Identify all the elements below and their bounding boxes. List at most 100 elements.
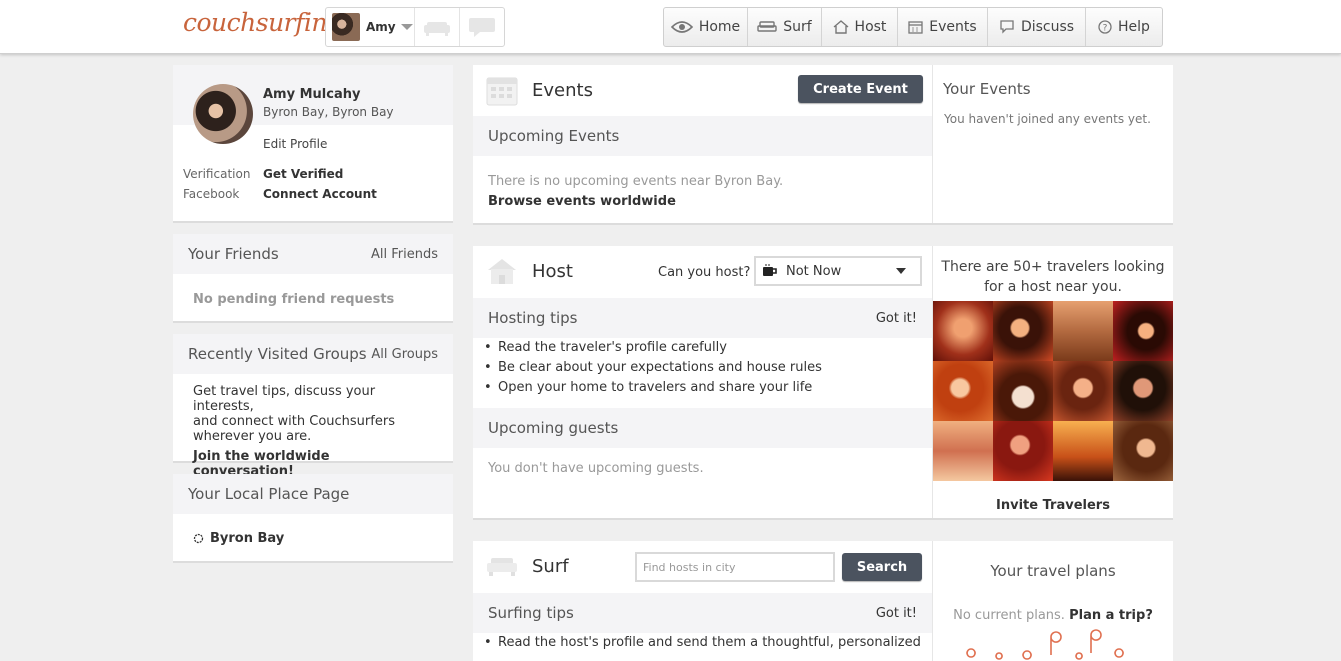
calendar-icon	[486, 77, 518, 106]
no-plans-text: No current plans.	[953, 608, 1065, 623]
couch-icon	[487, 558, 517, 576]
surfing-tips-list: Read the host's profile and send them a …	[484, 633, 921, 653]
your-events-empty: You haven't joined any events yet.	[944, 112, 1151, 126]
invite-travelers-link[interactable]: Invite Travelers	[933, 498, 1173, 513]
list-item: Be clear about your expectations and hou…	[484, 358, 822, 378]
get-verified-link[interactable]: Get Verified	[263, 167, 343, 181]
can-host-label: Can you host?	[658, 265, 751, 280]
nav-label: Surf	[783, 19, 812, 35]
user-name: Amy	[366, 20, 396, 34]
nav-discuss[interactable]: Discuss	[988, 8, 1086, 46]
search-button[interactable]: Search	[842, 553, 922, 581]
travel-plans-title: Your travel plans	[990, 562, 1116, 580]
profile-avatar[interactable]	[193, 84, 253, 144]
surfing-tips-title: Surfing tips	[488, 604, 574, 622]
all-groups-link[interactable]: All Groups	[371, 347, 438, 362]
groups-text-line: wherever you are.	[193, 429, 312, 444]
travelers-box: There are 50+ travelers looking for a ho…	[933, 246, 1173, 518]
traveler-photo[interactable]	[1053, 421, 1113, 481]
traveler-photo[interactable]	[933, 361, 993, 421]
hosting-tips-header: Hosting tips Got it!	[473, 298, 932, 338]
host-title: Host	[532, 260, 573, 282]
nav-home[interactable]: Home	[664, 8, 748, 46]
avatar	[332, 13, 360, 41]
got-it-button[interactable]: Got it!	[876, 311, 917, 326]
guests-empty-text: You don't have upcoming guests.	[488, 461, 704, 476]
traveler-photo[interactable]	[993, 301, 1053, 361]
all-friends-link[interactable]: All Friends	[371, 247, 438, 262]
surf-panel: Surf Find hosts in city Search Surfing t…	[473, 541, 1173, 661]
groups-header: Recently Visited Groups All Groups	[173, 334, 453, 374]
nav-label: Events	[929, 19, 977, 35]
nav-label: Home	[698, 19, 741, 35]
coffee-cup-icon	[763, 264, 777, 276]
friends-empty: No pending friend requests	[193, 292, 395, 307]
host-panel: Host Can you host? Not Now Hosting tips …	[473, 246, 1173, 520]
traveler-photo[interactable]	[1113, 301, 1173, 361]
surfing-tips-header: Surfing tips Got it!	[473, 593, 932, 633]
local-place-title: Your Local Place Page	[188, 485, 350, 503]
traveler-photo[interactable]	[1053, 301, 1113, 361]
top-bar: couchsurfing Amy Home Surf Host Events D…	[0, 0, 1341, 54]
traveler-photo[interactable]	[933, 301, 993, 361]
nav-surf[interactable]: Surf	[748, 8, 822, 46]
travelers-line: for a host near you.	[984, 279, 1122, 295]
surf-title: Surf	[532, 555, 569, 577]
local-place-name: Byron Bay	[210, 531, 285, 546]
couch-requests-button[interactable]	[415, 8, 460, 46]
events-panel: Events Create Event Upcoming Events Ther…	[473, 65, 1173, 225]
travel-plans-text: No current plans. Plan a trip?	[933, 608, 1173, 623]
browse-events-link[interactable]: Browse events worldwide	[488, 194, 676, 209]
local-place-header: Your Local Place Page	[173, 474, 453, 514]
traveler-photo[interactable]	[1053, 361, 1113, 421]
traveler-photo[interactable]	[993, 361, 1053, 421]
house-icon	[488, 259, 516, 284]
house-icon	[833, 20, 849, 34]
verification-row: Verification Get Verified	[183, 167, 343, 181]
host-title-row: Host	[486, 257, 573, 285]
svg-text:?: ?	[1103, 24, 1108, 34]
events-empty-text: There is no upcoming events near Byron B…	[488, 174, 784, 189]
chat-icon	[1000, 20, 1014, 34]
connect-account-link[interactable]: Connect Account	[263, 187, 377, 201]
map-pins-icon	[966, 629, 1124, 660]
facebook-row: Facebook Connect Account	[183, 187, 377, 201]
nav-label: Host	[854, 19, 887, 35]
groups-text-line: Get travel tips, discuss your interests,	[193, 384, 376, 414]
traveler-photo[interactable]	[1113, 361, 1173, 421]
local-place-link[interactable]: Byron Bay	[173, 514, 453, 546]
facebook-label: Facebook	[183, 187, 240, 201]
couch-icon	[757, 21, 777, 32]
edit-profile-link[interactable]: Edit Profile	[263, 137, 327, 151]
list-item: Open your home to travelers and share yo…	[484, 378, 822, 398]
hosting-tips-title: Hosting tips	[488, 309, 578, 327]
find-hosts-input[interactable]: Find hosts in city	[635, 552, 835, 582]
nav-host[interactable]: Host	[822, 8, 898, 46]
plan-trip-link[interactable]: Plan a trip?	[1069, 608, 1153, 623]
friends-title: Your Friends	[188, 245, 279, 263]
got-it-button[interactable]: Got it!	[876, 606, 917, 621]
traveler-photo[interactable]	[993, 421, 1053, 481]
hosting-status-select[interactable]: Not Now	[754, 256, 922, 286]
couchsurfing-logo[interactable]: couchsurfing	[183, 8, 343, 37]
nav-help[interactable]: ? Help	[1086, 8, 1162, 46]
events-title: Events	[532, 79, 593, 101]
traveler-photo[interactable]	[933, 421, 993, 481]
traveler-photo[interactable]	[1113, 421, 1173, 481]
friends-header: Your Friends All Friends	[173, 234, 453, 274]
messages-button[interactable]	[460, 8, 504, 46]
nav-label: Help	[1118, 19, 1150, 35]
hosting-tips-list: Read the traveler's profile carefully Be…	[484, 338, 822, 398]
nav-events[interactable]: Events	[898, 8, 988, 46]
list-item: Read the host's profile and send them a …	[484, 633, 921, 653]
create-event-button[interactable]: Create Event	[798, 75, 923, 103]
user-menu-button[interactable]: Amy	[326, 8, 416, 46]
calendar-icon	[908, 21, 923, 34]
gear-icon	[193, 533, 204, 544]
traveler-photo-grid[interactable]	[933, 301, 1173, 481]
profile-name[interactable]: Amy Mulcahy	[263, 87, 360, 102]
local-place-card: Your Local Place Page Byron Bay	[173, 474, 453, 563]
your-events-title: Your Events	[943, 80, 1031, 98]
groups-description: Get travel tips, discuss your interests,…	[173, 374, 453, 479]
groups-card: Recently Visited Groups All Groups Get t…	[173, 334, 453, 479]
